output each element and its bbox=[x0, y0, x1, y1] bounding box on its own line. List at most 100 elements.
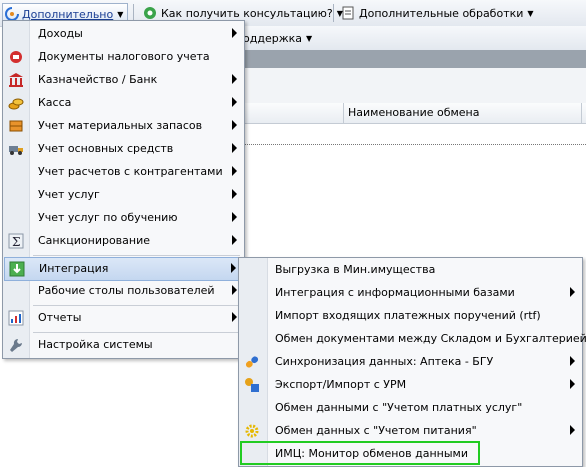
additional-dropdown-menu: Доходы Документы налогового учета Казнач… bbox=[2, 20, 245, 359]
column-separator bbox=[581, 103, 582, 123]
submenu-item-urm-export-import[interactable]: Экспорт/Импорт с УРМ bbox=[240, 374, 581, 396]
submenu-arrow-icon bbox=[570, 379, 575, 389]
submenu-item-import-payment-orders[interactable]: Импорт входящих платежных поручений (rtf… bbox=[240, 305, 581, 327]
submenu-arrow-icon bbox=[232, 212, 237, 222]
submenu-arrow-icon bbox=[232, 189, 237, 199]
menu-item-integration[interactable]: Интеграция bbox=[4, 257, 243, 281]
menu-separator bbox=[33, 332, 240, 333]
menu-item-label: Документы налогового учета bbox=[38, 50, 210, 63]
menu-item-fixed-assets[interactable]: Учет основных средств bbox=[4, 138, 243, 160]
submenu-arrow-icon bbox=[570, 287, 575, 297]
submenu-arrow-icon bbox=[232, 120, 237, 130]
menu-item-treasury-bank[interactable]: Казначейство / Банк bbox=[4, 69, 243, 91]
export-import-icon bbox=[245, 378, 259, 392]
submenu-arrow-icon bbox=[232, 28, 237, 38]
extra-processing-label: Дополнительные обработки bbox=[359, 6, 524, 20]
submenu-arrow-icon bbox=[231, 263, 236, 273]
submenu-item-label: Синхронизация данных: Аптека - БГУ bbox=[275, 355, 494, 368]
menu-item-label: Учет материальных запасов bbox=[38, 119, 203, 132]
submenu-item-catering-exchange[interactable]: Обмен данных с "Учетом питания" bbox=[240, 420, 581, 442]
submenu-item-label: Обмен данных с "Учетом питания" bbox=[275, 424, 477, 437]
submenu-item-pharmacy-sync[interactable]: Синхронизация данных: Аптека - БГУ bbox=[240, 351, 581, 373]
chevron-down-icon: ▼ bbox=[527, 8, 534, 18]
menu-item-counterparty-settlements[interactable]: Учет расчетов с контрагентами bbox=[4, 161, 243, 183]
menu-item-income[interactable]: Доходы bbox=[4, 23, 243, 45]
toolbar-separator bbox=[333, 4, 334, 22]
menu-item-materials[interactable]: Учет материальных запасов bbox=[4, 115, 243, 137]
column-separator bbox=[343, 103, 344, 123]
submenu-item-label: Обмен данными с "Учетом платных услуг" bbox=[275, 401, 523, 414]
menu-item-tax-documents[interactable]: Документы налогового учета bbox=[4, 46, 243, 68]
selection-highlight-box bbox=[240, 441, 480, 465]
menu-swirl-icon bbox=[5, 7, 19, 21]
menu-item-label: Настройка системы bbox=[38, 338, 153, 351]
boxes-icon bbox=[9, 120, 23, 132]
submenu-arrow-icon bbox=[232, 312, 237, 322]
menu-item-cash[interactable]: Касса bbox=[4, 92, 243, 114]
submenu-item-label: Обмен документами между Складом и Бухгал… bbox=[275, 332, 586, 345]
column-header-exchange-name[interactable]: Наименование обмена bbox=[348, 106, 480, 119]
coins-icon bbox=[8, 98, 24, 110]
gear-icon bbox=[245, 424, 259, 438]
svg-text:Σ: Σ bbox=[12, 235, 20, 249]
submenu-arrow-icon bbox=[570, 425, 575, 435]
menu-item-label: Казначейство / Банк bbox=[38, 73, 158, 86]
menu-item-services[interactable]: Учет услуг bbox=[4, 184, 243, 206]
menu-item-label: Учет услуг по обучению bbox=[38, 211, 178, 224]
consult-label: Как получить консультацию? bbox=[161, 6, 333, 20]
menu-separator bbox=[33, 305, 240, 306]
submenu-arrow-icon bbox=[232, 235, 237, 245]
submenu-item-infobase-integration[interactable]: Интеграция с информационными базами bbox=[240, 282, 581, 304]
report-chart-icon bbox=[8, 310, 24, 326]
menu-item-sanctioning[interactable]: Σ Санкционирование bbox=[4, 230, 243, 252]
submenu-item-label: Интеграция с информационными базами bbox=[275, 286, 515, 299]
menu-item-system-settings[interactable]: Настройка системы bbox=[4, 334, 243, 356]
menu-item-label: Касса bbox=[38, 96, 72, 109]
menu-item-label: Отчеты bbox=[38, 311, 82, 324]
menu-item-label: Рабочие столы пользователей bbox=[38, 284, 215, 297]
integration-icon bbox=[9, 261, 25, 277]
grid-header: Наименование обмена bbox=[243, 103, 586, 124]
document-icon bbox=[342, 6, 354, 20]
window-caption-band bbox=[243, 50, 586, 69]
submenu-item-label: Экспорт/Импорт с УРМ bbox=[275, 378, 407, 391]
submenu-arrow-icon bbox=[232, 97, 237, 107]
menu-item-label: Санкционирование bbox=[38, 234, 151, 247]
chevron-down-icon: ▼ bbox=[117, 9, 124, 19]
pill-icon bbox=[245, 356, 259, 368]
menu-item-training-services[interactable]: Учет услуг по обучению bbox=[4, 207, 243, 229]
submenu-arrow-icon bbox=[570, 356, 575, 366]
support-label: оддержка bbox=[243, 31, 302, 45]
wrench-icon bbox=[10, 338, 22, 352]
submenu-arrow-icon bbox=[232, 74, 237, 84]
tax-document-icon bbox=[10, 51, 22, 63]
integration-submenu: Выгрузка в Мин.имущества Интеграция с ин… bbox=[238, 257, 586, 467]
menu-item-user-desktops[interactable]: Рабочие столы пользователей bbox=[4, 280, 243, 302]
extra-processing-button[interactable]: Дополнительные обработки ▼ bbox=[341, 3, 534, 23]
menu-item-label: Доходы bbox=[38, 27, 83, 40]
submenu-arrow-icon bbox=[232, 143, 237, 153]
menu-item-reports[interactable]: Отчеты bbox=[4, 307, 243, 329]
secondary-toolbar: оддержка ▼ bbox=[243, 26, 586, 50]
submenu-arrow-icon bbox=[232, 285, 237, 295]
submenu-item-paid-services-exchange[interactable]: Обмен данными с "Учетом платных услуг" bbox=[240, 397, 581, 419]
menu-separator bbox=[33, 255, 240, 256]
additional-menu-label: Дополнительно bbox=[22, 7, 114, 21]
consult-icon bbox=[144, 7, 156, 19]
chevron-down-icon: ▼ bbox=[306, 33, 313, 43]
grid-row-outline bbox=[243, 144, 586, 145]
bank-icon bbox=[9, 73, 23, 87]
submenu-item-export-min-property[interactable]: Выгрузка в Мин.имущества bbox=[240, 259, 581, 281]
panel-toolbar bbox=[243, 68, 586, 104]
sigma-icon: Σ bbox=[8, 233, 24, 249]
submenu-arrow-icon bbox=[232, 166, 237, 176]
support-button[interactable]: оддержка ▼ bbox=[243, 28, 312, 48]
submenu-item-warehouse-accounting-exchange[interactable]: Обмен документами между Складом и Бухгал… bbox=[240, 328, 586, 350]
exchange-list-panel: Наименование обмена bbox=[243, 68, 586, 148]
menu-item-label: Учет основных средств bbox=[38, 142, 174, 155]
submenu-item-label: Выгрузка в Мин.имущества bbox=[275, 263, 436, 276]
menu-item-label: Интеграция bbox=[39, 262, 109, 275]
truck-icon bbox=[9, 146, 23, 155]
submenu-item-label: Импорт входящих платежных поручений (rtf… bbox=[275, 309, 541, 322]
menu-item-label: Учет расчетов с контрагентами bbox=[38, 165, 223, 178]
